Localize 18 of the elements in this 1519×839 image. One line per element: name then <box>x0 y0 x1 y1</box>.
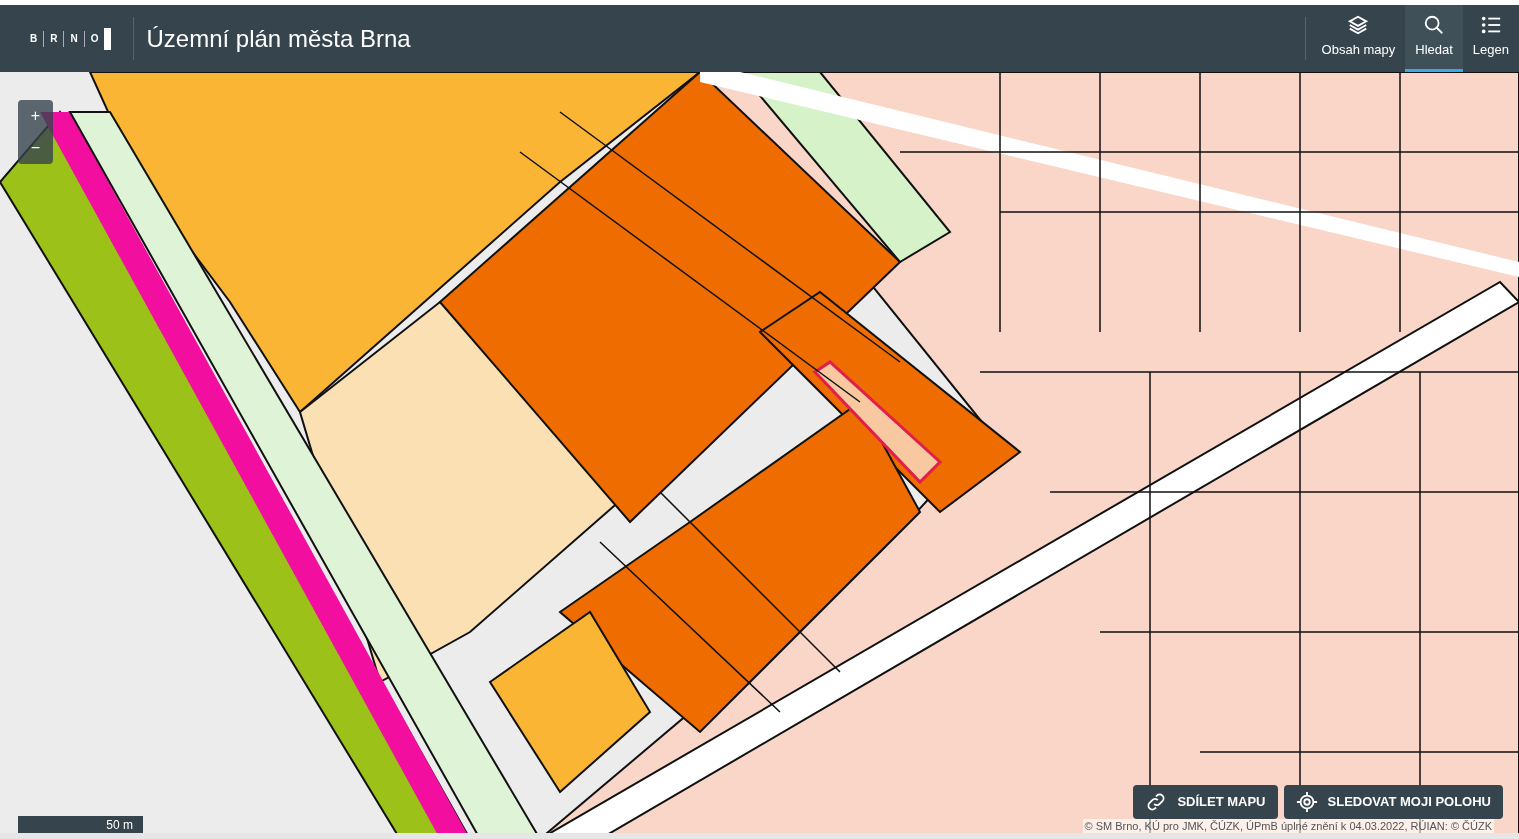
toolbar-tab[interactable]: Legen <box>1462 5 1519 72</box>
scale-bar: 50 m <box>18 816 143 833</box>
logo-letter: N <box>70 32 78 46</box>
map-attribution: © SM Brno, KÚ pro JMK, ČÚZK, ÚPmB úplné znění k 04.03.2022, RÚIAN: © ČÚZK <box>1082 819 1494 833</box>
toolbar-tab[interactable]: Hledat <box>1405 5 1463 72</box>
logo-letter: R <box>50 32 58 46</box>
logo-letter: B <box>30 32 38 46</box>
logo-letter: O <box>90 32 99 46</box>
toolbar-tab[interactable]: Obsah mapy <box>1311 5 1406 72</box>
layers-icon <box>1347 14 1370 37</box>
zoom-in-button[interactable]: + <box>18 100 53 132</box>
location-target-icon <box>1295 791 1318 813</box>
page-title: Územní plán města Brna <box>145 23 411 54</box>
map-action-button[interactable]: SLEDOVAT MOJI POLOHU <box>1283 785 1503 819</box>
zoom-out-button[interactable]: − <box>18 132 53 164</box>
search-icon <box>1423 14 1446 37</box>
map-action-button[interactable]: SDÍLET MAPU <box>1133 785 1278 819</box>
logo-bar <box>104 27 112 50</box>
